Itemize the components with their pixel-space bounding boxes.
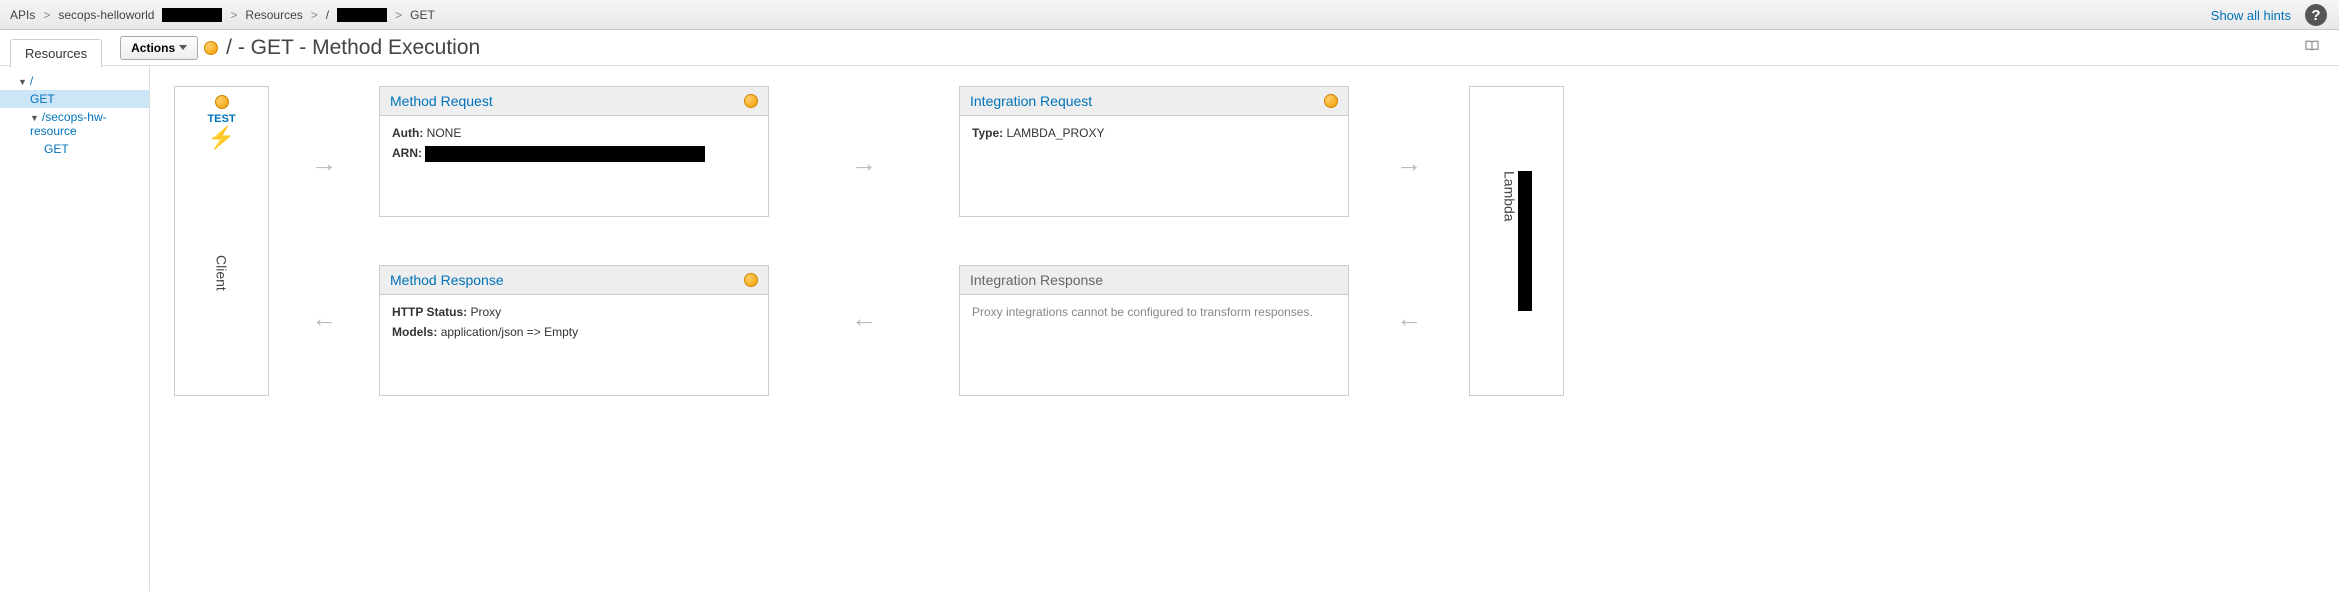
arrow-left-icon <box>1396 303 1422 334</box>
breadcrumb-path[interactable]: / <box>326 8 329 22</box>
arrows-client-method <box>269 86 379 396</box>
bolt-icon[interactable]: ⚡ <box>208 125 235 151</box>
method-response-title: Method Response <box>390 272 504 288</box>
breadcrumb-bar: APIs > secops-helloworld > Resources > /… <box>0 0 2339 30</box>
client-box: TEST ⚡ Client <box>174 86 269 396</box>
http-status-value: Proxy <box>470 305 501 319</box>
breadcrumb: APIs > secops-helloworld > Resources > /… <box>10 8 435 22</box>
tree-child-resource[interactable]: /secops-hw-resource <box>0 108 149 140</box>
breadcrumb-api-name[interactable]: secops-helloworld <box>58 8 154 22</box>
method-request-card[interactable]: Method Request Auth: NONE ARN: <box>379 86 769 217</box>
models-label: Models: <box>392 325 437 339</box>
method-request-title: Method Request <box>390 93 493 109</box>
integration-request-title: Integration Request <box>970 93 1092 109</box>
chevron-down-icon <box>179 45 187 50</box>
redacted-segment <box>337 8 387 22</box>
arrow-right-icon <box>311 148 337 179</box>
integration-type-value: LAMBDA_PROXY <box>1006 126 1104 140</box>
arrow-right-icon <box>851 148 877 179</box>
breadcrumb-apis[interactable]: APIs <box>10 8 35 22</box>
breadcrumb-resources[interactable]: Resources <box>245 8 302 22</box>
page-title-text: / - GET - Method Execution <box>226 36 480 60</box>
lambda-box[interactable]: Lambda <box>1469 86 1564 396</box>
redacted-segment <box>162 8 222 22</box>
arrow-left-icon <box>851 303 877 334</box>
breadcrumb-separator: > <box>43 8 50 22</box>
redacted-lambda-name <box>1518 171 1532 311</box>
test-button[interactable]: TEST <box>207 113 235 125</box>
actions-label: Actions <box>131 41 175 55</box>
integration-response-message: Proxy integrations cannot be configured … <box>972 305 1336 319</box>
integration-response-card: Integration Response Proxy integrations … <box>959 265 1349 396</box>
hint-dot-icon[interactable] <box>1324 94 1338 108</box>
resource-tree-sidebar: / GET /secops-hw-resource GET <box>0 66 150 591</box>
models-value: application/json => Empty <box>441 325 578 339</box>
tree-root[interactable]: / <box>0 72 149 90</box>
hint-dot-icon[interactable] <box>204 41 218 55</box>
lambda-label: Lambda <box>1502 171 1518 222</box>
method-response-card[interactable]: Method Response HTTP Status: Proxy Model… <box>379 265 769 396</box>
auth-label: Auth: <box>392 126 423 140</box>
integration-type-label: Type: <box>972 126 1003 140</box>
integration-response-title: Integration Response <box>970 272 1103 288</box>
toolbar: Resources Actions / - GET - Method Execu… <box>0 30 2339 66</box>
page-title: / - GET - Method Execution <box>226 36 480 60</box>
auth-value: NONE <box>427 126 462 140</box>
breadcrumb-separator: > <box>395 8 402 22</box>
arrow-left-icon <box>311 303 337 334</box>
tree-root-get[interactable]: GET <box>0 90 149 108</box>
tab-resources[interactable]: Resources <box>10 39 102 68</box>
actions-dropdown-button[interactable]: Actions <box>120 36 198 60</box>
show-all-hints-link[interactable]: Show all hints <box>2211 8 2291 23</box>
arrows-method-integration <box>769 86 959 396</box>
arrow-right-icon <box>1396 148 1422 179</box>
hint-dot-icon[interactable] <box>215 95 229 109</box>
http-status-label: HTTP Status: <box>392 305 467 319</box>
breadcrumb-method: GET <box>410 8 435 22</box>
tree-child-get[interactable]: GET <box>0 140 149 158</box>
breadcrumb-separator: > <box>311 8 318 22</box>
integration-request-card[interactable]: Integration Request Type: LAMBDA_PROXY <box>959 86 1349 217</box>
redacted-arn <box>425 146 705 162</box>
method-execution-canvas: TEST ⚡ Client Method Request Auth: NONE <box>150 66 2339 591</box>
documentation-icon[interactable] <box>2303 38 2321 54</box>
client-label: Client <box>214 255 230 291</box>
arn-label: ARN: <box>392 146 422 160</box>
hint-dot-icon[interactable] <box>744 94 758 108</box>
help-icon[interactable]: ? <box>2305 4 2327 26</box>
breadcrumb-separator: > <box>230 8 237 22</box>
hint-dot-icon[interactable] <box>744 273 758 287</box>
arrows-integration-lambda <box>1349 86 1469 396</box>
